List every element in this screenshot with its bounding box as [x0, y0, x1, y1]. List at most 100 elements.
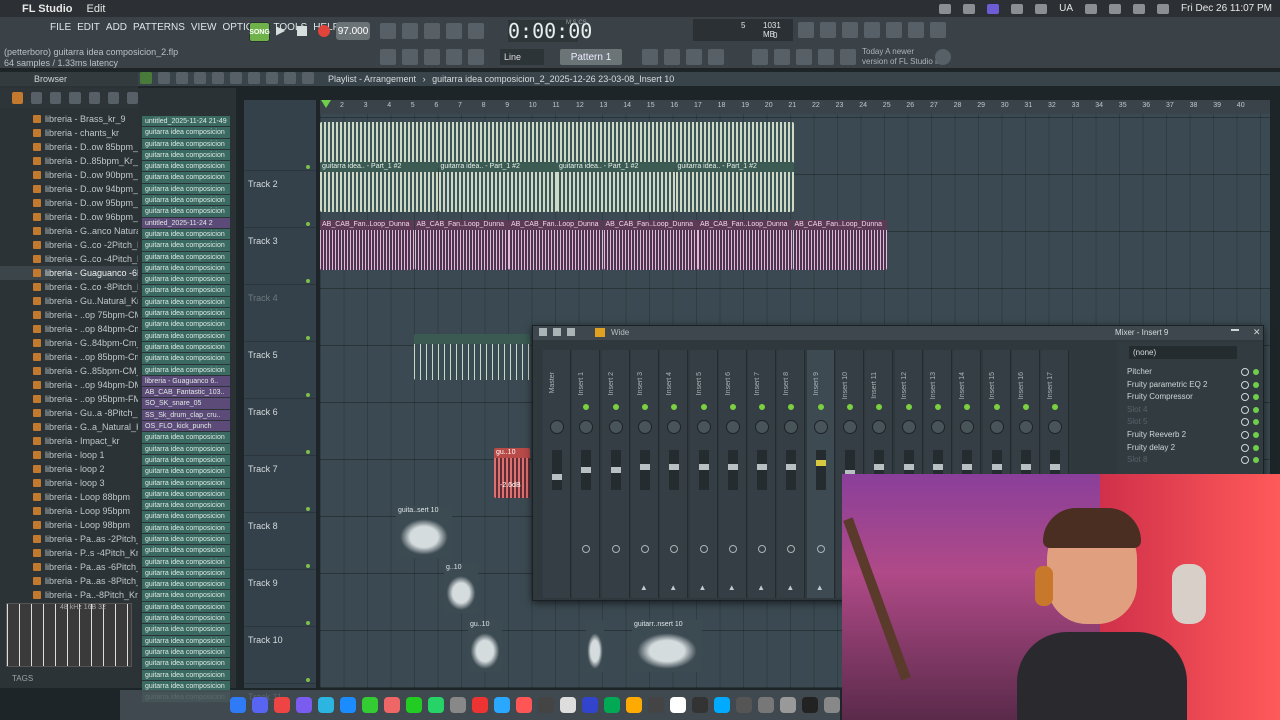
fx-mix-knob-icon[interactable]: [1241, 380, 1249, 389]
route-button[interactable]: [728, 545, 737, 553]
select-icon[interactable]: [266, 72, 278, 84]
tempo-tap-icon[interactable]: [796, 49, 812, 65]
picker-clip[interactable]: AB_CAB_Fantastic_103..: [142, 387, 230, 399]
slip-icon[interactable]: [230, 72, 242, 84]
picker-clip[interactable]: guitarra idea composicion: [142, 601, 230, 614]
mixer-strip[interactable]: Insert 8 ▲: [777, 350, 806, 598]
draw-icon[interactable]: [158, 72, 170, 84]
fader-cap[interactable]: [991, 463, 1002, 470]
dock-app-icon[interactable]: [538, 697, 554, 713]
fx-mix-knob-icon[interactable]: [1241, 405, 1249, 414]
pan-knob[interactable]: [813, 420, 828, 434]
track-header[interactable]: [244, 114, 316, 171]
dock-app-icon[interactable]: [714, 697, 730, 713]
audio-clip[interactable]: guitarra idea.. - Part_1 #2: [557, 162, 675, 212]
volume-fader[interactable]: [552, 450, 562, 490]
folder-icon[interactable]: [31, 92, 43, 104]
back-icon[interactable]: [50, 92, 62, 104]
mixer-strip[interactable]: Insert 3 ▲: [630, 350, 659, 598]
loop-record-icon[interactable]: [468, 23, 484, 39]
browser-item[interactable]: libreria - Loop 95bpm: [0, 504, 138, 518]
playlist-icon[interactable]: [642, 49, 658, 65]
mixer-strip[interactable]: Insert 6 ▲: [718, 350, 747, 598]
dock-app-icon[interactable]: [450, 697, 466, 713]
picker-clip[interactable]: guitarra idea composicion: [142, 206, 230, 218]
strip-enable-led[interactable]: [1022, 404, 1029, 410]
picker-clip[interactable]: guitarra idea composicion: [142, 308, 230, 320]
dock-app-icon[interactable]: [604, 697, 620, 713]
picker-clip[interactable]: guitarra idea composicion: [142, 477, 230, 489]
send-arrow-icon[interactable]: ▲: [640, 583, 648, 592]
browser-item[interactable]: libreria - G..co -8Pitch_Kr: [0, 280, 138, 294]
strip-enable-led[interactable]: [934, 404, 941, 410]
strip-enable-led[interactable]: [1052, 404, 1059, 410]
browser-item[interactable]: libreria - Loop 98bpm: [0, 518, 138, 532]
control-center-icon[interactable]: [1157, 3, 1170, 14]
snap-icon[interactable]: [380, 49, 396, 65]
track-mute-led[interactable]: [306, 393, 310, 397]
audio-clip[interactable]: guitarra idea.. - Part_1 #2: [320, 162, 438, 212]
fx-enable-led[interactable]: [1253, 381, 1259, 388]
picker-clip[interactable]: guitarra idea composicion: [142, 149, 230, 162]
stamp-icon[interactable]: [468, 49, 484, 65]
dock-app-icon[interactable]: [736, 697, 752, 713]
picker-clip[interactable]: guitarra idea composicion: [142, 646, 230, 659]
audio-clip[interactable]: AB_CAB_Fan..Loop_Dunna: [320, 220, 414, 270]
pattern-clip[interactable]: [414, 334, 530, 380]
delete-icon[interactable]: [194, 72, 206, 84]
fx-slot[interactable]: Fruity Compressor: [1123, 391, 1261, 403]
plugin-icon[interactable]: [886, 22, 902, 38]
picker-clip[interactable]: untitled_2025-11-24 21-49: [142, 116, 230, 128]
preset-select[interactable]: (none): [1129, 346, 1237, 359]
fader-cap[interactable]: [610, 467, 621, 473]
picker-clip[interactable]: guitarra idea composicion: [142, 545, 230, 557]
picker-clip[interactable]: guitarra idea composicion: [142, 195, 230, 207]
track-header[interactable]: Track 10: [244, 627, 316, 684]
fx-mix-knob-icon[interactable]: [1241, 456, 1249, 465]
browser-item[interactable]: libreria - Pa..as -6Pitch_Kr: [0, 560, 138, 574]
pan-knob[interactable]: [696, 420, 711, 434]
fx-enable-led[interactable]: [1253, 444, 1259, 451]
plugin-db-icon[interactable]: [774, 49, 790, 65]
picker-clip[interactable]: guitarra idea composicion: [142, 669, 230, 681]
audio-clip-red[interactable]: gu..10 -2.6dB: [494, 448, 530, 498]
dock-app-icon[interactable]: [670, 697, 686, 713]
dropbox-icon[interactable]: [939, 3, 952, 14]
strip-enable-led[interactable]: [612, 404, 619, 410]
dock-app-icon[interactable]: [560, 697, 576, 713]
browser-icon[interactable]: [752, 49, 768, 65]
track-header[interactable]: Track 4: [244, 285, 316, 342]
picker-clip[interactable]: guitarra idea composicion: [142, 330, 230, 342]
track-header[interactable]: Track 5: [244, 342, 316, 399]
forward-icon[interactable]: [126, 92, 138, 104]
picker-clip[interactable]: guitarra idea composicion: [142, 138, 230, 150]
dock-app-icon[interactable]: [780, 697, 796, 713]
slice-icon[interactable]: [248, 72, 260, 84]
track-header[interactable]: Track 9: [244, 570, 316, 627]
picker-clip[interactable]: guitarra idea composicion: [142, 500, 230, 512]
dock-app-icon[interactable]: [406, 697, 422, 713]
audio-clip[interactable]: [586, 620, 604, 672]
dock-app-icon[interactable]: [318, 697, 334, 713]
dock-app-icon[interactable]: [252, 697, 268, 713]
arrow-icon[interactable]: [402, 49, 418, 65]
picker-clip[interactable]: libreria - Guaguanco 6..: [142, 375, 230, 388]
strip-enable-led[interactable]: [583, 404, 590, 410]
track-header[interactable]: Track 2: [244, 171, 316, 228]
audio-clip[interactable]: g..10: [444, 563, 478, 613]
fx-slot[interactable]: Pitcher: [1123, 366, 1261, 378]
browser-item[interactable]: libreria - G..a_Natural_Kr: [0, 420, 138, 434]
dock-app-icon[interactable]: [428, 697, 444, 713]
pan-knob[interactable]: [579, 420, 594, 434]
fx-enable-led[interactable]: [1253, 406, 1259, 413]
pan-knob[interactable]: [989, 420, 1004, 434]
fader-cap[interactable]: [698, 463, 709, 470]
track-mute-led[interactable]: [306, 336, 310, 340]
browser-item[interactable]: libreria - D..ow 85bpm_Kr: [0, 140, 138, 154]
picker-clip[interactable]: guitarra idea composicion: [142, 319, 230, 331]
mute-icon[interactable]: [212, 72, 224, 84]
route-button[interactable]: [611, 545, 620, 553]
browser-item[interactable]: libreria - ..op 94bpm-DM: [0, 378, 138, 392]
fx-enable-led[interactable]: [1253, 432, 1259, 438]
picker-clip[interactable]: OS_FLO_kick_punch: [142, 421, 230, 433]
